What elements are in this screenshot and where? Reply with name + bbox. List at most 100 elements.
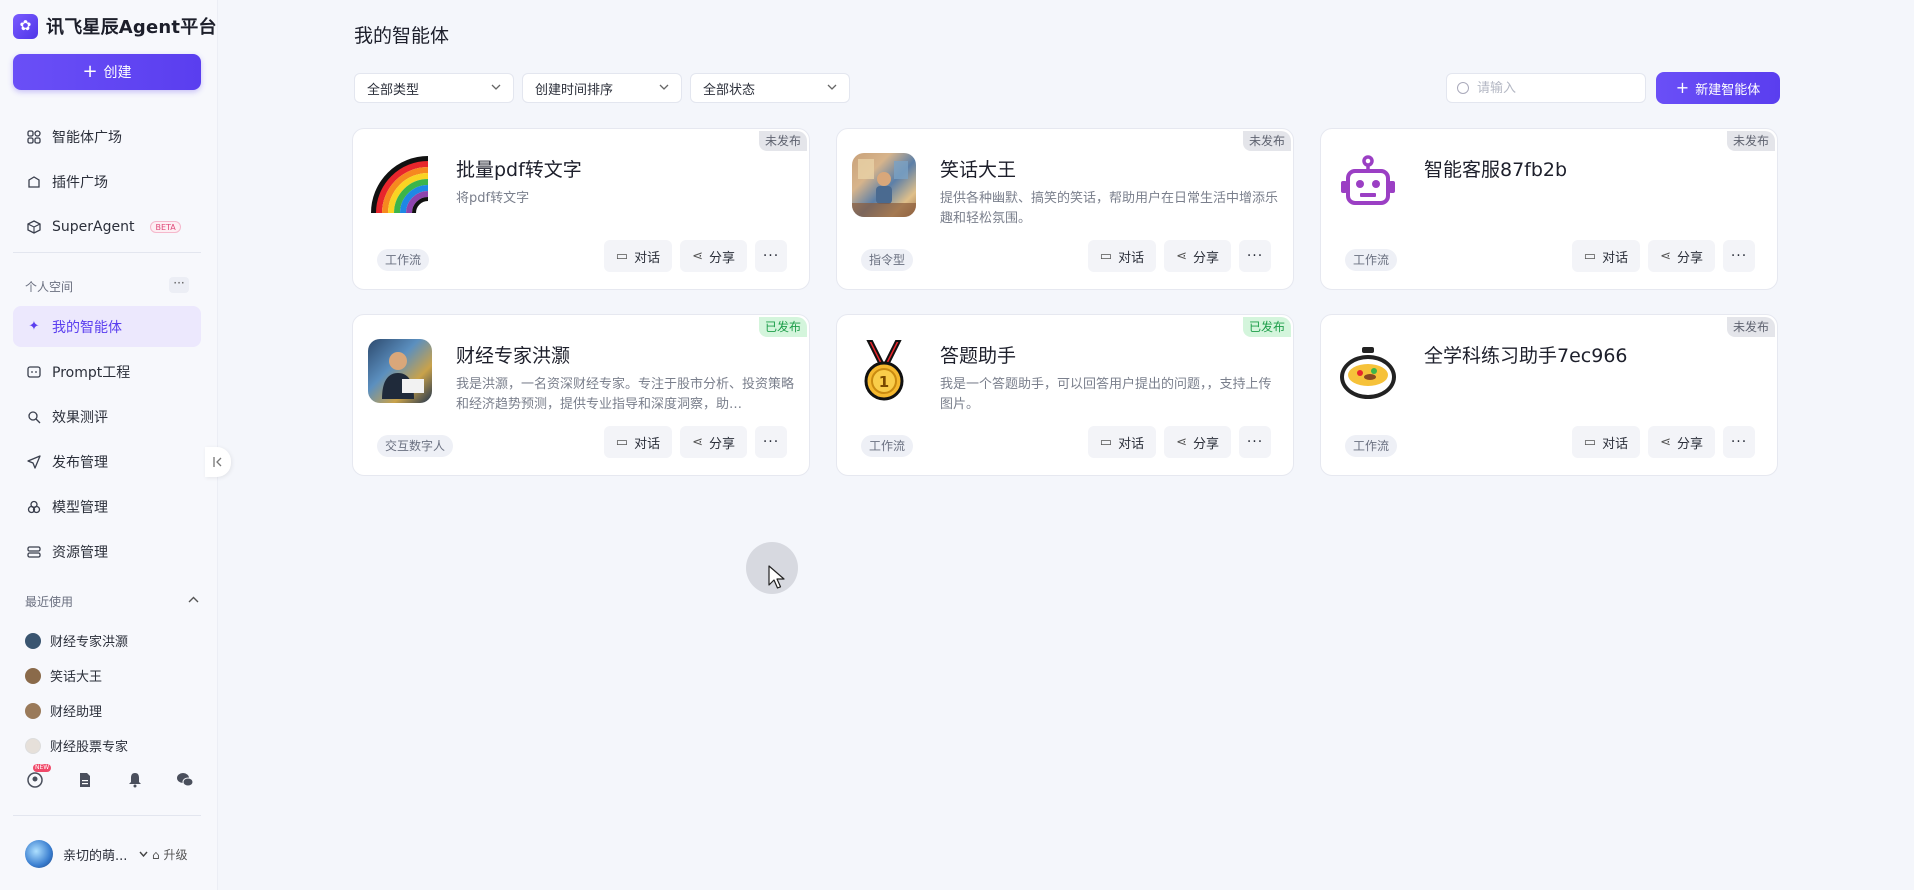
type-filter-select[interactable]: 全部类型 (354, 73, 514, 103)
sort-select[interactable]: 创建时间排序 (522, 73, 682, 103)
share-button[interactable]: ⋖ 分享 (1648, 426, 1715, 458)
more-button[interactable]: ··· (755, 240, 787, 272)
app-title: 讯飞星辰Agent平台 (46, 17, 217, 38)
robot-icon (1336, 153, 1400, 217)
document-icon[interactable] (75, 770, 95, 790)
page-title: 我的智能体 (354, 25, 450, 47)
type-tag: 工作流 (861, 435, 914, 457)
upgrade-button[interactable]: ⌂ 升级 (152, 846, 187, 863)
app-logo[interactable]: ✿ 讯飞星辰Agent平台 (13, 12, 217, 40)
github-icon[interactable]: NEW (25, 764, 52, 790)
card-title: 批量pdf转文字 (456, 159, 582, 181)
plus-icon: + (82, 61, 98, 82)
search-input[interactable] (1477, 80, 1627, 96)
card-title: 全学科练习助手7ec966 (1424, 345, 1628, 367)
share-button[interactable]: ⋖ 分享 (680, 240, 747, 272)
chat-label: 对话 (1118, 250, 1145, 266)
share-button[interactable]: ⋖ 分享 (1164, 426, 1231, 458)
more-button[interactable]: ··· (1723, 426, 1755, 458)
svg-text:1: 1 (879, 373, 889, 391)
prompt-icon (26, 364, 42, 380)
sidebar-item-publish[interactable]: 发布管理 (13, 441, 201, 482)
chat-button[interactable]: ▭ 对话 (1571, 240, 1641, 272)
recent-item[interactable]: 财经助理 (25, 693, 205, 728)
sidebar-item-label: 插件广场 (52, 174, 108, 191)
avatar (25, 840, 53, 868)
sidebar-item-label: 智能体广场 (52, 129, 122, 146)
create-button[interactable]: + 创建 (13, 54, 201, 90)
sidebar-item-models[interactable]: 模型管理 (13, 486, 201, 527)
card-actions: ▭ 对话 ⋖ 分享 ··· (1564, 426, 1755, 458)
share-label: 分享 (1676, 250, 1703, 266)
share-icon: ⋖ (1660, 434, 1671, 450)
status-filter-select[interactable]: 全部状态 (690, 73, 850, 103)
resource-icon (26, 544, 42, 560)
agent-card[interactable]: 已发布 1 答题助手 我是一个答题助手，可以回答用户提出的问题，，支持上传图片。… (836, 314, 1294, 476)
agent-avatar-image (852, 153, 916, 217)
agent-card[interactable]: 已发布 财经专家洪灏 我是洪灏，一名资深财经专家。专注于股市分析、投资策略和经济… (352, 314, 810, 476)
sidebar-item-agent-square[interactable]: 智能体广场 (13, 116, 201, 157)
sidebar-item-resources[interactable]: 资源管理 (13, 531, 201, 572)
plugin-icon (26, 174, 42, 190)
personal-space-more-button[interactable]: ··· (169, 277, 189, 293)
chevron-up-icon[interactable] (188, 595, 199, 606)
recent-item[interactable]: 笑话大王 (25, 658, 205, 693)
filter-bar: 全部类型 创建时间排序 全部状态 (354, 73, 858, 103)
chat-button[interactable]: ▭ 对话 (1571, 426, 1641, 458)
share-icon: ⋖ (1176, 434, 1187, 450)
card-description: 我是一个答题助手，可以回答用户提出的问题，，支持上传图片。 (940, 377, 1272, 412)
sidebar-item-my-agents[interactable]: ✦ 我的智能体 (13, 306, 201, 347)
share-label: 分享 (708, 250, 735, 266)
share-label: 分享 (708, 436, 735, 452)
agent-card[interactable]: 未发布 笑话大王 提供各种幽默、搞笑的笑话，帮助用户在日常生活中增添乐趣和轻松氛… (836, 128, 1294, 290)
model-icon (26, 499, 42, 515)
sidebar: ✿ 讯飞星辰Agent平台 + 创建 智能体广场 插件广场 SuperAgent… (0, 0, 218, 890)
sidebar-tools: NEW (25, 764, 195, 790)
card-actions: ▭ 对话 ⋖ 分享 ··· (1080, 426, 1271, 458)
sidebar-item-superagent[interactable]: SuperAgent BETA (13, 206, 201, 247)
new-agent-button[interactable]: + 新建智能体 (1656, 72, 1780, 104)
agent-card[interactable]: 未发布 批量pdf转文字 将pdf转文字 工作流 ▭ 对话 ⋖ 分享 ··· (352, 128, 810, 290)
chat-label: 对话 (634, 436, 661, 452)
status-badge: 已发布 (1242, 317, 1291, 337)
recent-item[interactable]: 财经专家洪灏 (25, 623, 205, 658)
chevron-down-icon[interactable] (139, 849, 148, 860)
select-value: 全部类型 (367, 82, 420, 98)
more-button[interactable]: ··· (755, 426, 787, 458)
plus-icon: + (1675, 78, 1690, 97)
more-button[interactable]: ··· (1239, 240, 1271, 272)
card-actions: ▭ 对话 ⋖ 分享 ··· (596, 240, 787, 272)
card-title: 笑话大王 (940, 159, 1017, 181)
search-box[interactable] (1446, 73, 1646, 103)
share-button[interactable]: ⋖ 分享 (1164, 240, 1231, 272)
sidebar-item-label: SuperAgent (52, 218, 135, 235)
sidebar-item-prompt[interactable]: Prompt工程 (13, 351, 201, 392)
chat-button[interactable]: ▭ 对话 (1087, 240, 1157, 272)
status-badge: 未发布 (758, 131, 807, 151)
status-badge: 未发布 (1726, 131, 1775, 151)
share-button[interactable]: ⋖ 分享 (680, 426, 747, 458)
type-tag: 工作流 (377, 249, 430, 271)
user-profile[interactable]: 亲切的萌... ⌂ 升级 (25, 840, 205, 868)
sidebar-item-evaluation[interactable]: 效果测评 (13, 396, 201, 437)
share-button[interactable]: ⋖ 分享 (1648, 240, 1715, 272)
paella-icon (1336, 339, 1400, 403)
chat-button[interactable]: ▭ 对话 (603, 426, 673, 458)
agent-card[interactable]: 未发布 智能客服87fb2b 工作流 ▭ 对话 ⋖ 分享 ··· (1320, 128, 1778, 290)
bell-icon[interactable] (125, 770, 145, 790)
chat-icon: ▭ (1583, 434, 1597, 450)
type-tag: 指令型 (861, 249, 914, 271)
sidebar-item-plugin-square[interactable]: 插件广场 (13, 161, 201, 202)
chat-button[interactable]: ▭ 对话 (1087, 426, 1157, 458)
share-icon: ⋖ (692, 434, 703, 450)
more-button[interactable]: ··· (1239, 426, 1271, 458)
card-title: 答题助手 (940, 345, 1017, 367)
recent-item-label: 笑话大王 (50, 670, 103, 685)
wechat-icon[interactable] (175, 770, 195, 790)
more-button[interactable]: ··· (1723, 240, 1755, 272)
sidebar-item-label: 效果测评 (52, 409, 108, 426)
agent-card[interactable]: 未发布 全学科练习助手7ec966 工作流 ▭ 对话 ⋖ 分享 ··· (1320, 314, 1778, 476)
recent-item[interactable]: 财经股票专家 (25, 728, 205, 763)
type-tag: 工作流 (1345, 249, 1398, 271)
chat-button[interactable]: ▭ 对话 (603, 240, 673, 272)
